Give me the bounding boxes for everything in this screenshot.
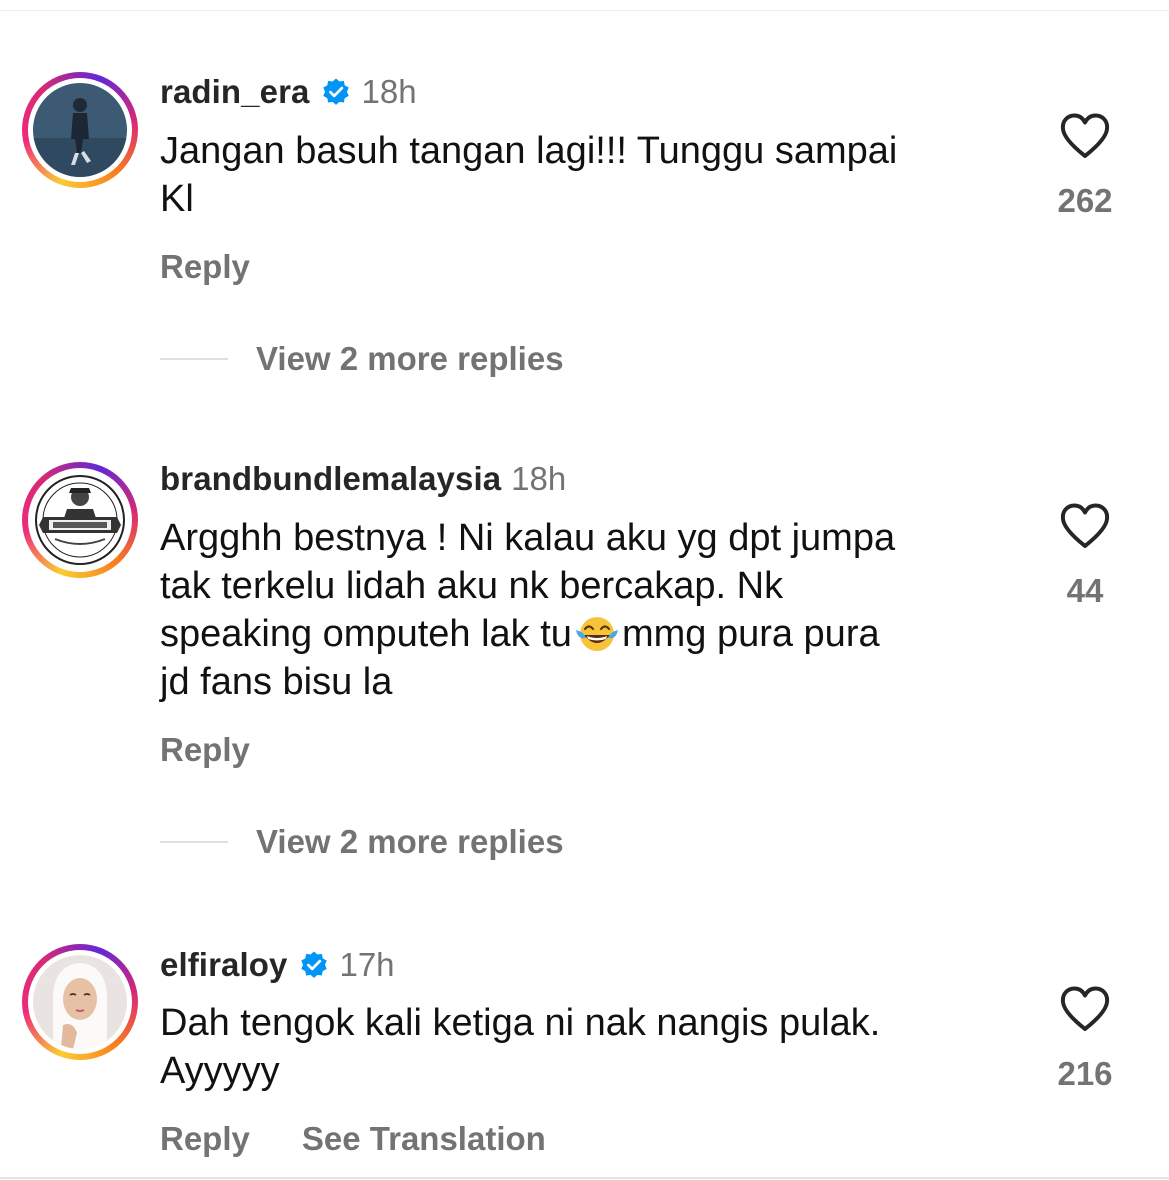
thread-line	[160, 358, 228, 360]
like-column: 44	[1030, 502, 1140, 610]
face-with-tears-of-joy-icon	[574, 612, 620, 654]
bottom-divider	[0, 1177, 1169, 1179]
comment-timestamp: 18h	[361, 73, 417, 110]
see-translation-button[interactable]: See Translation	[302, 1120, 546, 1158]
comment-header: brandbundlemalaysia 18h	[160, 459, 566, 499]
heart-icon[interactable]	[1059, 112, 1111, 160]
view-more-replies-button[interactable]: View 2 more replies	[160, 823, 564, 861]
comment-text: Argghh bestnya ! Ni kalau aku yg dpt jum…	[160, 514, 1020, 706]
comment-timestamp: 17h	[339, 946, 395, 983]
top-divider	[0, 10, 1169, 11]
reply-button[interactable]: Reply	[160, 1120, 250, 1158]
username[interactable]: brandbundlemalaysia	[160, 460, 501, 498]
username[interactable]: radin_era	[160, 73, 309, 111]
heart-icon[interactable]	[1059, 502, 1111, 550]
comment-header: radin_era 18h	[160, 72, 417, 112]
view-more-replies-label: View 2 more replies	[256, 340, 564, 377]
avatar	[33, 955, 127, 1049]
comment-text: Jangan basuh tangan lagi!!! Tunggu sampa…	[160, 130, 898, 220]
avatar-story-ring[interactable]	[22, 944, 138, 1060]
avatar	[33, 473, 127, 567]
reply-button[interactable]: Reply	[160, 248, 250, 286]
avatar-story-ring[interactable]	[22, 462, 138, 578]
username[interactable]: elfiraloy	[160, 946, 287, 984]
verified-badge-icon	[321, 77, 351, 107]
view-more-replies-button[interactable]: View 2 more replies	[160, 340, 564, 378]
view-more-replies-label: View 2 more replies	[256, 823, 564, 860]
comment-timestamp: 18h	[511, 460, 567, 497]
like-column: 262	[1030, 112, 1140, 220]
comment-actions: Reply	[160, 248, 250, 286]
comment-header: elfiraloy 17h	[160, 945, 395, 985]
like-count: 262	[1057, 182, 1113, 219]
reply-button[interactable]: Reply	[160, 731, 250, 769]
avatar	[33, 83, 127, 177]
comment-text: Dah tengok kali ketiga ni nak nangis pul…	[160, 1002, 881, 1092]
like-count: 216	[1057, 1055, 1113, 1092]
like-count: 44	[1066, 572, 1104, 609]
comment-actions: Reply	[160, 731, 250, 769]
like-column: 216	[1030, 985, 1140, 1093]
avatar-story-ring[interactable]	[22, 72, 138, 188]
verified-badge-icon	[299, 950, 329, 980]
comment-actions: Reply See Translation	[160, 1120, 546, 1158]
thread-line	[160, 841, 228, 843]
heart-icon[interactable]	[1059, 985, 1111, 1033]
